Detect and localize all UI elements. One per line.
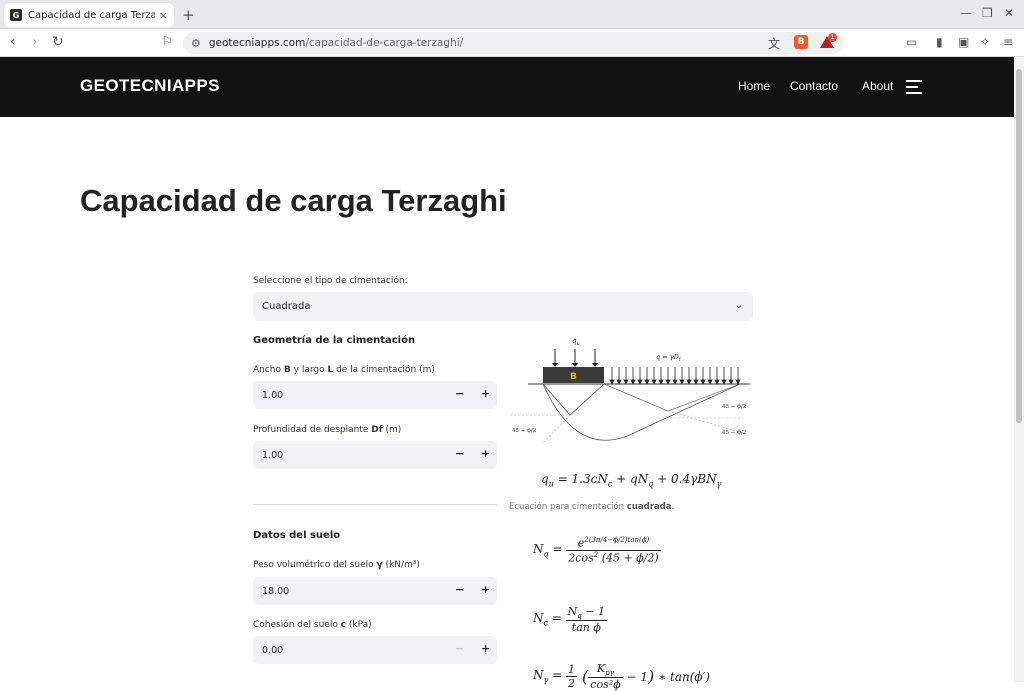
- bookmark-icon[interactable]: ⚐: [162, 34, 173, 48]
- qu-equation: qu = 1.3cNc + qNq + 0.4γBNγ: [541, 472, 722, 489]
- surcharge-arrowhead: [700, 379, 706, 385]
- rewards-badge: 1: [828, 33, 837, 42]
- surcharge-arrowhead: [728, 379, 734, 385]
- depth-input[interactable]: 1.00 − +: [253, 441, 497, 469]
- address-bar[interactable]: ⚙ geotecniapps.com/capacidad-de-carga-te…: [183, 32, 843, 54]
- url-path: /capacidad-de-carga-terzaghi/: [305, 37, 464, 49]
- window-close-icon[interactable]: ✕: [1004, 6, 1014, 20]
- nav-about[interactable]: About: [862, 79, 893, 93]
- surcharge-arrowhead: [644, 379, 650, 385]
- surcharge-arrowhead: [616, 379, 622, 385]
- unit-weight-label: Peso volumétrico del suelo γ (kN/m³): [253, 560, 420, 570]
- bearing-capacity-diagram: B qu q = γDf 45 − ϕ/2 45 − ϕ/2 45 + ϕ/2: [510, 337, 750, 444]
- unit-weight-increment-button[interactable]: +: [481, 583, 490, 596]
- hamburger-menu-icon[interactable]: [906, 80, 922, 98]
- reload-icon[interactable]: ↻: [52, 34, 64, 50]
- minimize-icon[interactable]: —: [960, 6, 972, 20]
- surcharge-arrowhead: [630, 379, 636, 385]
- equation-caption: Ecuación para cimentación cuadrada.: [509, 502, 675, 512]
- surcharge-arrowhead: [623, 379, 629, 385]
- surcharge-arrowhead: [686, 379, 692, 385]
- tab-search-icon[interactable]: ▭: [906, 35, 917, 49]
- nc-equation: Nc = Nq − 1 tan ϕ: [533, 605, 607, 635]
- qu-label: qu: [572, 337, 580, 347]
- surcharge-arrowhead: [651, 379, 657, 385]
- tab-title: Capacidad de carga Terzaghi: [28, 9, 155, 21]
- cohesion-increment-button[interactable]: +: [481, 642, 490, 655]
- new-tab-button[interactable]: +: [182, 6, 195, 24]
- leo-ai-icon[interactable]: ✧: [980, 35, 990, 49]
- chevron-down-icon: ⌄: [734, 300, 743, 311]
- depth-decrement-button[interactable]: −: [455, 447, 464, 460]
- ngamma-equation: Nγ = 12 ( Kpγ cos²ϕ − 1) ∗ tan(ϕ′): [533, 662, 710, 691]
- scrollbar-thumb[interactable]: [1016, 69, 1022, 423]
- width-increment-button[interactable]: +: [481, 387, 490, 400]
- surcharge-arrowhead: [637, 379, 643, 385]
- brave-shields-icon[interactable]: B: [794, 35, 808, 49]
- wallet-icon[interactable]: ▣: [958, 35, 969, 49]
- tab-close-icon[interactable]: ×: [159, 9, 168, 22]
- url-host: geotecniapps.com: [208, 37, 306, 49]
- back-icon[interactable]: ‹: [10, 34, 16, 50]
- foundation-type-select[interactable]: Cuadrada ⌄: [253, 292, 753, 321]
- depth-label: Profundidad de desplante Df (m): [253, 425, 402, 435]
- cohesion-input[interactable]: 0.00 − +: [253, 636, 497, 664]
- surcharge-label: q = γDf: [656, 353, 682, 363]
- width-value[interactable]: 1.00: [262, 390, 283, 401]
- surcharge-arrows: [609, 367, 741, 385]
- angle-label-right-top: 45 − ϕ/2: [722, 404, 746, 410]
- translate-icon[interactable]: 文: [768, 35, 780, 52]
- nq-equation: Nq = e2(3π/4−ϕ/2)tan(ϕ) 2cos2 (45 + ϕ/2): [533, 536, 661, 565]
- browser-tab-strip: G Capacidad de carga Terzaghi × + — ❐ ✕: [0, 0, 1024, 29]
- foundation-type-value: Cuadrada: [262, 301, 311, 312]
- depth-value[interactable]: 1.00: [262, 450, 283, 461]
- surcharge-arrowhead: [707, 379, 713, 385]
- browser-toolbar: ‹ › ↻ ⚐ ⚙ geotecniapps.com/capacidad-de-…: [0, 29, 1024, 57]
- site-settings-icon[interactable]: ⚙: [191, 37, 201, 50]
- unit-weight-input[interactable]: 18.00 − +: [253, 577, 497, 605]
- unit-weight-value[interactable]: 18.00: [262, 586, 289, 597]
- surcharge-arrowhead: [721, 379, 727, 385]
- sidebar-icon[interactable]: ▮: [936, 35, 943, 49]
- qu-arrows: [554, 349, 596, 365]
- nav-home[interactable]: Home: [738, 79, 770, 93]
- surcharge-arrowhead: [735, 379, 741, 385]
- cohesion-decrement-button[interactable]: −: [455, 642, 464, 655]
- page-scrollbar[interactable]: [1014, 57, 1024, 682]
- page-title: Capacidad de carga Terzaghi: [80, 183, 507, 218]
- restore-icon[interactable]: ❐: [982, 6, 993, 20]
- footing-width-label: B: [570, 372, 577, 382]
- width-input[interactable]: 1.00 − +: [253, 381, 497, 409]
- unit-weight-decrement-button[interactable]: −: [455, 583, 464, 596]
- divider: [253, 504, 497, 505]
- surcharge-arrowhead: [609, 379, 615, 385]
- surcharge-arrowhead: [658, 379, 664, 385]
- foundation-type-label: Seleccione el tipo de cimentación:: [253, 276, 408, 286]
- browser-tab[interactable]: G Capacidad de carga Terzaghi ×: [4, 3, 174, 27]
- site-header: GEOTECNIAPPS Home Contacto About: [0, 57, 1014, 117]
- cohesion-label: Cohesión del suelo c (kPa): [253, 620, 372, 630]
- surcharge-arrowhead: [714, 379, 720, 385]
- cohesion-value[interactable]: 0.00: [262, 645, 283, 656]
- depth-increment-button[interactable]: +: [481, 447, 490, 460]
- surcharge-arrowhead: [693, 379, 699, 385]
- soil-heading: Datos del suelo: [253, 530, 341, 541]
- surcharge-arrowhead: [672, 379, 678, 385]
- browser-menu-icon[interactable]: ≡: [1003, 35, 1013, 49]
- site-favicon-icon: G: [10, 9, 22, 21]
- angle-label-right-bottom: 45 − ϕ/2: [722, 430, 746, 436]
- surcharge-arrowhead: [679, 379, 685, 385]
- angle-label-left: 45 + ϕ/2: [512, 428, 536, 434]
- geometry-heading: Geometría de la cimentación: [253, 335, 416, 346]
- site-logo[interactable]: GEOTECNIAPPS: [80, 76, 220, 96]
- width-decrement-button[interactable]: −: [455, 387, 464, 400]
- width-label: Ancho B y largo L de la cimentación (m): [253, 365, 435, 375]
- surcharge-arrowhead: [665, 379, 671, 385]
- nav-contacto[interactable]: Contacto: [790, 79, 838, 93]
- forward-icon[interactable]: ›: [32, 34, 38, 50]
